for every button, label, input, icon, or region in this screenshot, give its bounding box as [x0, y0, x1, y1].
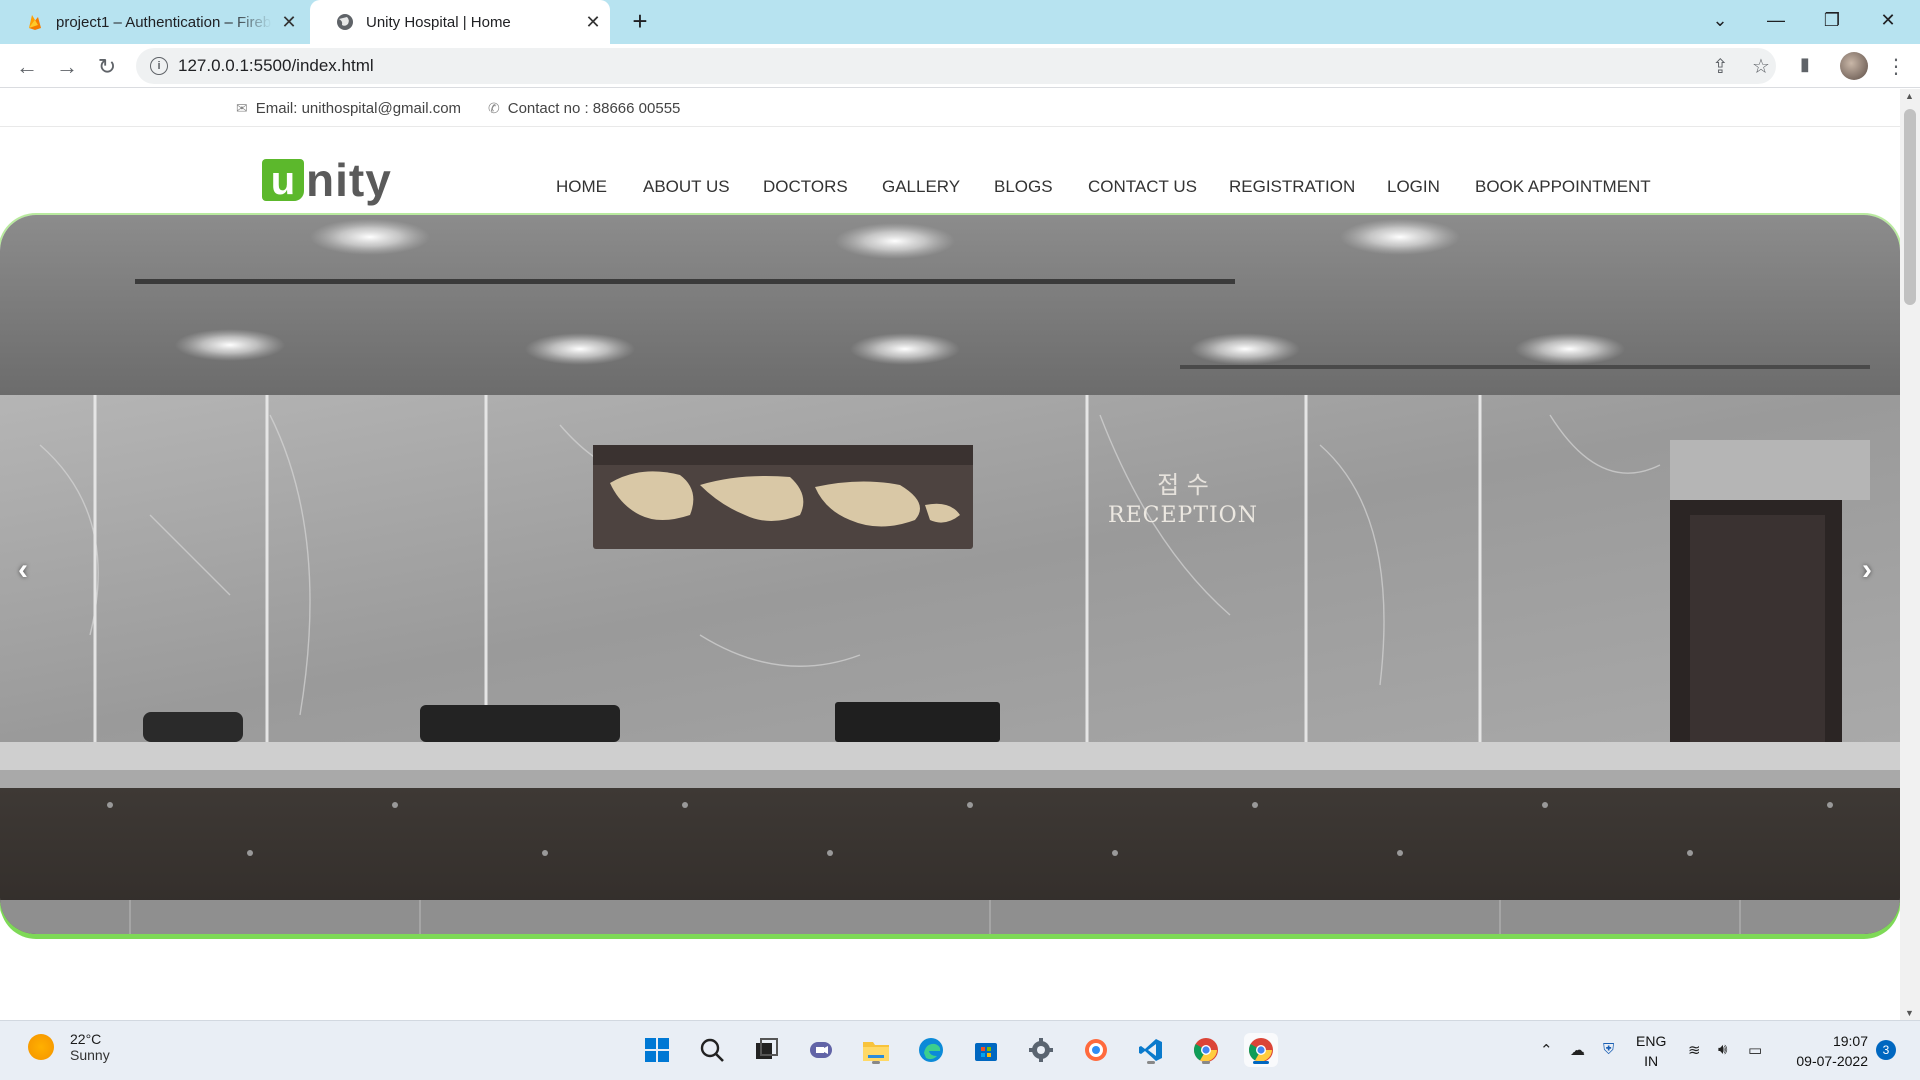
restore-button[interactable]: ❐ — [1804, 0, 1860, 40]
clock-date: 09-07-2022 — [1796, 1053, 1868, 1069]
profile-avatar[interactable] — [1840, 52, 1868, 80]
chrome-profile-icon[interactable] — [1189, 1033, 1223, 1067]
weather-condition: Sunny — [70, 1047, 110, 1063]
url-text: 127.0.0.1:5500/index.html — [178, 56, 374, 75]
address-toolbar: ← → ↻ i 127.0.0.1:5500/index.html ⇪ ☆ ▮ … — [0, 44, 1920, 88]
tab-title: Unity Hospital | Home — [366, 13, 511, 31]
microsoft-store-icon[interactable] — [969, 1033, 1003, 1067]
tab-unity-hospital[interactable]: Unity Hospital | Home ✕ — [310, 0, 610, 44]
envelope-icon: ✉ — [236, 100, 248, 116]
site-logo[interactable]: u nity — [262, 147, 392, 206]
active-indicator — [1253, 1061, 1269, 1064]
task-view-icon[interactable] — [749, 1033, 783, 1067]
tab-firebase[interactable]: project1 – Authentication – Fireb ✕ — [0, 0, 306, 44]
chrome-active-icon[interactable] — [1244, 1033, 1278, 1067]
scroll-thumb[interactable] — [1904, 109, 1916, 305]
clock-time: 19:07 — [1832, 1033, 1868, 1049]
nav-registration[interactable]: REGISTRATION — [1229, 177, 1355, 197]
reception-photo: 접 수 RECEPTION — [0, 215, 1900, 934]
side-panel-icon[interactable]: ▮ — [1800, 54, 1810, 75]
running-indicator — [1202, 1061, 1210, 1064]
site-info-icon[interactable]: i — [150, 57, 168, 75]
nav-about-us[interactable]: ABOUT US — [643, 177, 730, 197]
close-window-button[interactable]: ✕ — [1860, 0, 1916, 40]
region-code: IN — [1644, 1053, 1659, 1069]
contact-strip: ✉ Email: unithospital@gmail.com ✆ Contac… — [0, 89, 1900, 127]
wifi-icon[interactable]: ≋ — [1688, 1041, 1701, 1059]
weather-temperature: 22°C — [70, 1031, 102, 1047]
start-windows-icon[interactable] — [640, 1033, 674, 1067]
forward-button[interactable]: → — [52, 52, 82, 82]
menu-kebab-icon[interactable]: ⋮ — [1886, 54, 1906, 79]
nav-book-appointment[interactable]: BOOK APPOINTMENT — [1475, 177, 1651, 197]
nav-login[interactable]: LOGIN — [1387, 177, 1440, 197]
carousel-next-button[interactable]: › — [1862, 553, 1872, 587]
logo-mark: u — [262, 159, 304, 203]
logo-text: nity — [306, 154, 392, 206]
new-tab-button[interactable]: + — [624, 6, 656, 38]
running-indicator — [1147, 1061, 1155, 1064]
running-indicator — [872, 1061, 880, 1064]
language-code: ENG — [1636, 1033, 1667, 1049]
language-indicator[interactable]: ENG IN — [1636, 1031, 1666, 1071]
scroll-up-arrow-icon[interactable]: ▲ — [1905, 91, 1914, 101]
back-button[interactable]: ← — [12, 52, 42, 82]
reload-button[interactable]: ↻ — [92, 52, 122, 82]
defender-shield-icon[interactable]: ⛨ — [1603, 1041, 1614, 1058]
scroll-down-arrow-icon[interactable]: ▼ — [1905, 1008, 1914, 1018]
carousel-prev-button[interactable]: ‹ — [18, 553, 28, 587]
weather-widget[interactable]: 22°C Sunny — [28, 1031, 110, 1063]
minimize-button[interactable]: — — [1748, 0, 1804, 40]
close-tab-icon[interactable]: ✕ — [576, 12, 610, 33]
web-page: ✉ Email: unithospital@gmail.com ✆ Contac… — [0, 89, 1900, 1020]
search-icon[interactable] — [695, 1033, 729, 1067]
nav-contact-us[interactable]: CONTACT US — [1088, 177, 1197, 197]
volume-icon[interactable]: 🔊︎ — [1718, 1041, 1727, 1058]
bookmark-star-icon[interactable]: ☆ — [1752, 54, 1770, 79]
firebase-icon — [29, 15, 41, 30]
notification-badge[interactable]: 3 — [1876, 1040, 1896, 1060]
email-text: Email: unithospital@gmail.com — [255, 100, 462, 117]
sign-korean: 접 수 — [1157, 471, 1209, 499]
phone-info: ✆ Contact no : 88666 00555 — [488, 100, 680, 117]
nav-home[interactable]: HOME — [556, 177, 607, 197]
contact-text: Contact no : 88666 00555 — [507, 100, 681, 117]
sun-icon — [28, 1034, 54, 1060]
nav-blogs[interactable]: BLOGS — [994, 177, 1053, 197]
tab-title: project1 – Authentication – Fireb — [56, 13, 272, 31]
app-o-icon[interactable] — [1079, 1033, 1113, 1067]
nav-gallery[interactable]: GALLERY — [882, 177, 960, 197]
windows-taskbar: 22°C Sunny ⌃ ☁ ⛨ ENG IN ≋ 🔊︎ ▭ 19:07 09-… — [0, 1020, 1920, 1080]
phone-icon: ✆ — [488, 100, 500, 116]
hero-carousel: 접 수 RECEPTION ‹ › — [0, 215, 1900, 934]
battery-icon[interactable]: ▭ — [1748, 1041, 1762, 1059]
email-info: ✉ Email: unithospital@gmail.com — [236, 100, 461, 117]
tab-search-chevron-icon[interactable]: ⌄ — [1692, 0, 1748, 40]
browser-tab-strip: project1 – Authentication – Fireb ✕ Unit… — [0, 0, 1920, 44]
file-explorer-icon[interactable] — [859, 1033, 893, 1067]
edge-browser-icon[interactable] — [914, 1033, 948, 1067]
settings-gear-icon[interactable] — [1024, 1033, 1058, 1067]
vscode-icon[interactable] — [1134, 1033, 1168, 1067]
share-icon[interactable]: ⇪ — [1712, 54, 1729, 79]
sign-reception: RECEPTION — [1108, 503, 1258, 528]
close-tab-icon[interactable]: ✕ — [272, 12, 306, 33]
teams-chat-icon[interactable] — [804, 1033, 838, 1067]
nav-doctors[interactable]: DOCTORS — [763, 177, 848, 197]
system-clock[interactable]: 19:07 09-07-2022 — [1782, 1031, 1868, 1071]
address-bar[interactable]: i 127.0.0.1:5500/index.html — [136, 48, 1776, 84]
page-scrollbar[interactable]: ▲ ▼ — [1900, 89, 1920, 1020]
show-hidden-icons-chevron-icon[interactable]: ⌃ — [1540, 1041, 1553, 1059]
globe-icon — [337, 14, 353, 30]
onedrive-cloud-icon[interactable]: ☁ — [1570, 1041, 1585, 1059]
